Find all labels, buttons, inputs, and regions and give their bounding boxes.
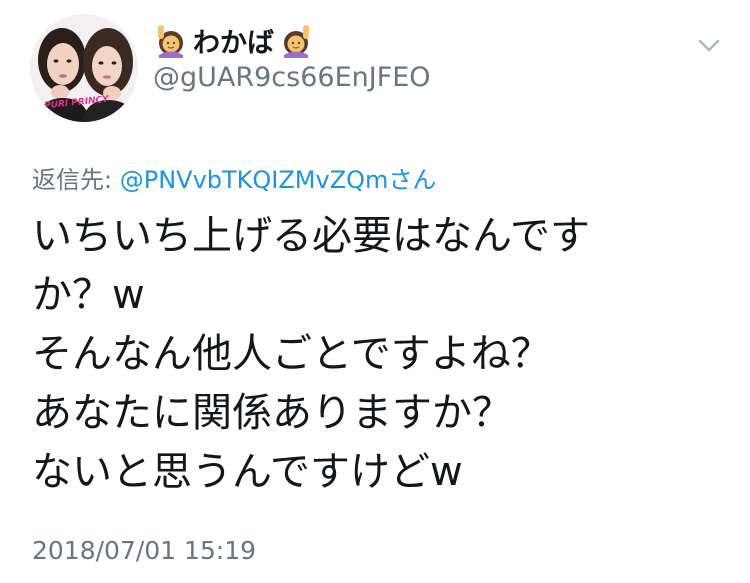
tweet-line: ないと思うんですけどw (32, 449, 463, 495)
avatar[interactable]: PURI PRINCY (30, 14, 138, 122)
chevron-down-icon[interactable] (694, 30, 724, 60)
display-name-text: わかば (193, 27, 274, 59)
tweet-line: か？w (32, 272, 145, 318)
tweet-line: いちいち上げる必要はなんです (32, 213, 590, 259)
reply-suffix: さん (388, 166, 437, 194)
tweet-text: いちいち上げる必要はなんです か？w そんなん他人ごとですよね？ あなたに関係あ… (32, 207, 732, 502)
person-raising-hand-emoji-right (278, 22, 314, 58)
display-name[interactable]: わかば (153, 20, 314, 60)
person-raising-hand-emoji-left (153, 22, 189, 58)
reply-to-line: 返信先: @PNVvbTKQIZMvZQmさん (32, 160, 436, 195)
reply-mention-link[interactable]: @PNVvbTKQIZMvZQm (120, 166, 389, 194)
tweet-line: あなたに関係ありますか？ (32, 390, 512, 436)
user-handle[interactable]: @gUAR9cs66EnJFEO (153, 62, 431, 93)
reply-prefix: 返信先: (32, 166, 120, 194)
tweet-timestamp[interactable]: 2018/07/01 15:19 (32, 536, 256, 565)
tweet-line: そんなん他人ごとですよね？ (32, 331, 551, 377)
